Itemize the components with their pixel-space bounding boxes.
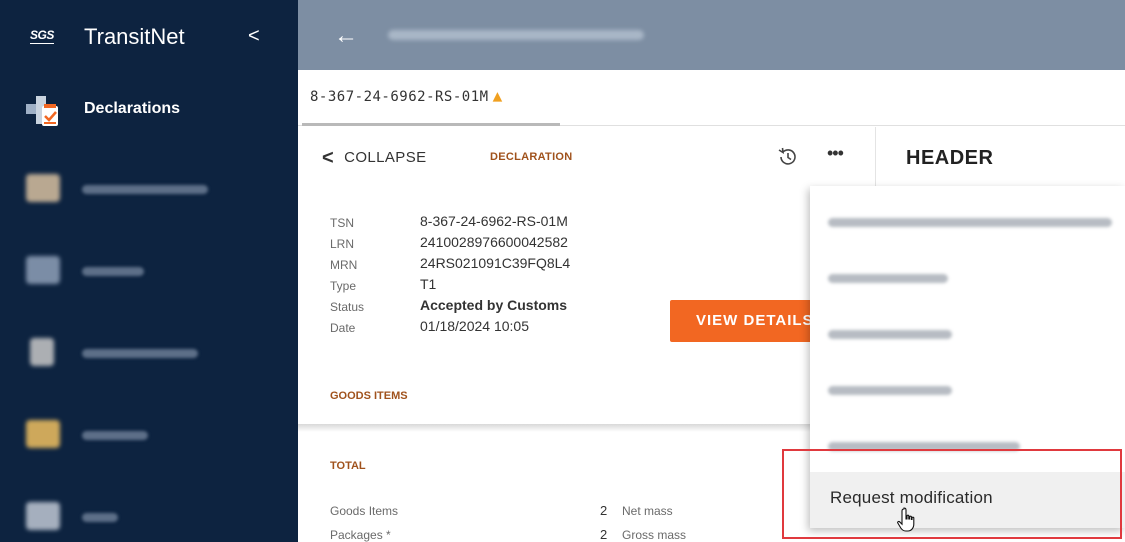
field-label-status: Status bbox=[330, 300, 365, 314]
tab-strip: 8-367-24-6962-RS-01M ▲ bbox=[298, 70, 1125, 126]
chevron-left-icon: < bbox=[322, 147, 335, 169]
field-label-type: Type bbox=[330, 279, 357, 293]
hand-pointer-icon bbox=[897, 507, 915, 532]
brand-header: SGS TransitNet < bbox=[0, 0, 298, 72]
sidebar-item-label bbox=[82, 185, 208, 194]
view-details-button[interactable]: VIEW DETAILS bbox=[670, 300, 820, 342]
sidebar: SGS TransitNet < Declarations bbox=[0, 0, 298, 542]
arrow-left-icon[interactable]: ← bbox=[334, 22, 358, 50]
menu-item-request-cancellation[interactable] bbox=[810, 418, 1125, 474]
user-icon bbox=[26, 502, 60, 530]
warning-triangle-icon: ▲ bbox=[492, 86, 503, 105]
field-label-lrn: LRN bbox=[330, 237, 355, 251]
card-shadow bbox=[298, 424, 876, 432]
sidebar-item-user[interactable] bbox=[0, 486, 298, 542]
sidebar-collapse-icon[interactable]: < bbox=[248, 25, 260, 48]
tab-underline bbox=[302, 123, 560, 126]
sidebar-item-parties[interactable] bbox=[0, 240, 298, 300]
service-icon bbox=[26, 174, 60, 202]
tab-declaration-section[interactable]: DECLARATION bbox=[490, 151, 573, 163]
more-options-icon[interactable]: ••• bbox=[827, 143, 844, 164]
declaration-card: < COLLAPSE DECLARATION ••• TSN 8-367-24-6… bbox=[298, 127, 876, 427]
total-label-packages: Packages * bbox=[330, 528, 391, 542]
collapse-label: COLLAPSE bbox=[344, 149, 427, 166]
field-label-tsn: TSN bbox=[330, 216, 354, 230]
tab-declaration[interactable]: 8-367-24-6962-RS-01M ▲ bbox=[310, 86, 503, 105]
sidebar-item-service[interactable] bbox=[0, 158, 298, 218]
total-title: TOTAL bbox=[330, 460, 366, 472]
sidebar-item-label bbox=[82, 267, 144, 276]
total-label-net-mass: Net mass bbox=[622, 504, 673, 518]
menu-item-label bbox=[828, 218, 1112, 227]
field-value-type: T1 bbox=[420, 276, 437, 292]
total-value-goods-items: 2 bbox=[600, 503, 608, 518]
total-value-packages: 2 bbox=[600, 527, 608, 542]
parties-icon bbox=[26, 256, 60, 284]
menu-item-label bbox=[828, 274, 948, 283]
header-panel-title: HEADER bbox=[906, 147, 994, 169]
sidebar-item-label bbox=[82, 349, 198, 358]
sgs-logo: SGS bbox=[30, 28, 54, 44]
declarations-icon bbox=[26, 96, 58, 126]
menu-item-download-guarantee[interactable] bbox=[810, 194, 1125, 250]
total-section: TOTAL Goods Items 2 Net mass Packages * … bbox=[298, 432, 876, 542]
menu-item-request-modification[interactable]: Request modification bbox=[810, 472, 1125, 528]
more-options-menu: Request modification bbox=[810, 186, 1125, 528]
menu-item-set-recovery[interactable] bbox=[810, 306, 1125, 362]
client-name-blurred bbox=[388, 30, 644, 40]
reports-icon bbox=[26, 420, 60, 448]
history-icon[interactable] bbox=[776, 145, 800, 169]
sidebar-item-declarations[interactable]: Declarations bbox=[0, 80, 298, 140]
field-label-date: Date bbox=[330, 321, 356, 335]
sidebar-item-label: Declarations bbox=[84, 100, 181, 117]
menu-item-label bbox=[828, 386, 952, 395]
field-value-lrn: 2410028976600042582 bbox=[420, 234, 568, 250]
app-name: TransitNet bbox=[84, 24, 185, 49]
total-label-goods-items: Goods Items bbox=[330, 504, 399, 518]
app-root: SGS TransitNet < Declarations ← 8-367-24… bbox=[0, 0, 1125, 542]
menu-item-label bbox=[828, 442, 1020, 451]
sidebar-item-label bbox=[82, 431, 148, 440]
field-value-mrn: 24RS021091C39FQ8L4 bbox=[420, 255, 571, 271]
field-value-tsn: 8-367-24-6962-RS-01M bbox=[420, 213, 568, 229]
field-value-date: 01/18/2024 10:05 bbox=[420, 318, 529, 334]
goods-items-link[interactable]: GOODS ITEMS bbox=[330, 390, 408, 402]
field-label-mrn: MRN bbox=[330, 258, 358, 272]
menu-item-label: Request modification bbox=[830, 488, 993, 507]
tab-label: 8-367-24-6962-RS-01M bbox=[310, 89, 489, 105]
sidebar-item-reference[interactable] bbox=[0, 322, 298, 382]
sidebar-item-reports[interactable] bbox=[0, 404, 298, 464]
top-bar: ← bbox=[298, 0, 1125, 70]
menu-item-set-enquiry[interactable] bbox=[810, 250, 1125, 306]
field-value-status: Accepted by Customs bbox=[420, 297, 568, 313]
menu-item-set-resolved[interactable] bbox=[810, 362, 1125, 418]
reference-icon bbox=[30, 338, 54, 366]
sidebar-item-label bbox=[82, 513, 118, 522]
collapse-button[interactable]: < COLLAPSE bbox=[322, 147, 427, 170]
menu-item-label bbox=[828, 330, 952, 339]
total-label-gross-mass: Gross mass bbox=[622, 528, 687, 542]
